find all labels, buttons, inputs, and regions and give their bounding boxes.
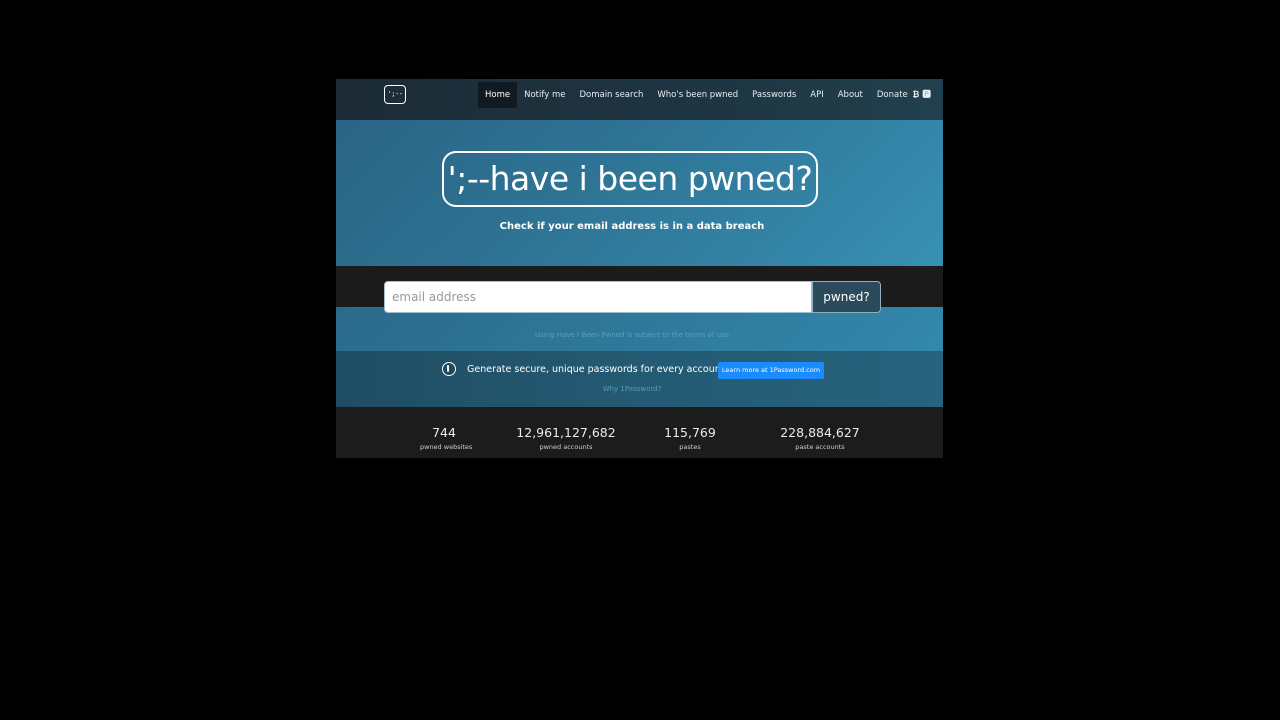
nav-item-about[interactable]: About: [831, 82, 870, 108]
nav-item-api[interactable]: API: [803, 82, 830, 108]
site-title: ';--have i been pwned?: [442, 151, 818, 207]
nav-item-whos-been-pwned[interactable]: Who's been pwned: [650, 82, 745, 108]
logo-icon[interactable]: ';--: [384, 85, 406, 104]
nav-item-home[interactable]: Home: [478, 82, 518, 108]
stat-value: 744: [432, 425, 456, 440]
stat-label: paste accounts: [795, 443, 845, 451]
stat-paste-accounts: 228,884,627 paste accounts: [777, 425, 863, 451]
nav-item-passwords[interactable]: Passwords: [745, 82, 803, 108]
bitcoin-paypal-icon: ₿ 🅿: [912, 90, 931, 100]
pwned-button[interactable]: pwned?: [812, 281, 881, 313]
nav-item-donate[interactable]: Donate ₿ 🅿: [870, 82, 938, 108]
stat-label: pwned websites: [420, 443, 473, 451]
search-section: [336, 307, 943, 351]
nav-item-notify-me[interactable]: Notify me: [517, 82, 572, 108]
stat-pwned-accounts: 12,961,127,682 pwned accounts: [516, 425, 616, 451]
stat-value: 228,884,627: [780, 425, 860, 440]
nav-menu: Home Notify me Domain search Who's been …: [478, 82, 938, 108]
why-1password-link[interactable]: Why 1Password?: [336, 385, 928, 393]
terms-of-use-link[interactable]: Using Have I Been Pwned is subject to th…: [336, 331, 928, 339]
stat-value: 12,961,127,682: [516, 425, 616, 440]
password-manager-promo: [336, 351, 943, 407]
browser-viewport: ';-- Home Notify me Domain search Who's …: [336, 79, 943, 458]
navbar: ';-- Home Notify me Domain search Who's …: [336, 79, 943, 120]
stat-label: pastes: [679, 443, 701, 451]
learn-more-button[interactable]: Learn more at 1Password.com: [718, 362, 824, 379]
tagline: Check if your email address is in a data…: [499, 221, 765, 232]
promo-text: Generate secure, unique passwords for ev…: [467, 364, 725, 375]
1password-icon: [442, 362, 456, 376]
stat-pastes: 115,769 pastes: [660, 425, 720, 451]
stat-pwned-websites: 744 pwned websites: [420, 425, 473, 451]
email-search-input[interactable]: [384, 281, 812, 313]
donate-label: Donate: [876, 90, 908, 100]
nav-item-domain-search[interactable]: Domain search: [572, 82, 650, 108]
stat-value: 115,769: [664, 425, 716, 440]
stat-label: pwned accounts: [539, 443, 593, 451]
stats-bar: 744 pwned websites 12,961,127,682 pwned …: [336, 407, 943, 458]
